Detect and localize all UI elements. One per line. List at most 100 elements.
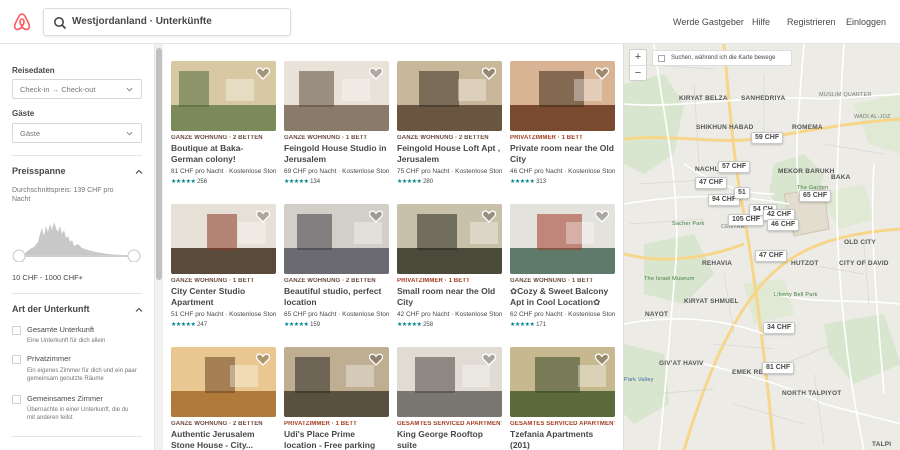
map-label: CITY OF DAVID	[839, 260, 889, 267]
price-pin[interactable]: 81 CHF	[762, 362, 795, 374]
price-pin[interactable]: 51	[734, 187, 750, 199]
listing-card[interactable]: GANZE WOHNUNG · 1 BETT City Center Studi…	[171, 204, 276, 328]
nav-register[interactable]: Registrieren	[787, 0, 836, 44]
listing-card[interactable]: PRIVATZIMMER · 1 BETT Small room near th…	[397, 204, 502, 328]
listing-photo[interactable]	[397, 61, 502, 131]
chevron-up-icon[interactable]	[135, 168, 143, 176]
heart-icon[interactable]	[482, 67, 496, 80]
listing-card[interactable]: GANZE WOHNUNG · 1 BETT Feingold House St…	[284, 61, 389, 185]
heart-icon[interactable]	[595, 210, 609, 223]
checkbox-entire-place[interactable]	[12, 326, 21, 335]
heart-icon[interactable]	[256, 353, 270, 366]
listing-title[interactable]: City Center Studio Apartment	[171, 286, 276, 308]
heart-icon[interactable]	[256, 67, 270, 80]
listing-card[interactable]: GANZE WOHNUNG · 2 BETTEN Beautiful studi…	[284, 204, 389, 328]
checkbox-icon[interactable]	[658, 55, 665, 62]
listing-type: GANZE WOHNUNG · 1 BETT	[510, 278, 594, 284]
dates-label: Reisedaten	[12, 66, 55, 75]
checkbox-shared-room[interactable]	[12, 395, 21, 404]
price-pin[interactable]: 65 CHF	[799, 190, 832, 202]
type-label[interactable]: Privatzimmer	[27, 354, 71, 363]
listing-type: PRIVATZIMMER · 1 BETT	[510, 135, 583, 141]
listing-card[interactable]: GANZE WOHNUNG · 2 BETTEN Boutique at Bak…	[171, 61, 276, 185]
map-label: SANHEDRIYA	[741, 95, 786, 102]
divider	[12, 293, 142, 294]
search-bar[interactable]: Westjordanland · Unterkünfte	[43, 8, 291, 36]
listing-title[interactable]: Authentic Jerusalem Stone House - City..…	[171, 429, 276, 450]
heart-icon[interactable]	[369, 353, 383, 366]
zoom-out-button[interactable]: −	[630, 65, 646, 80]
listing-card[interactable]: GANZE WOHNUNG · 2 BETTEN Authentic Jerus…	[171, 347, 276, 450]
listing-card[interactable]: GESAMTES SERVICED APARTMENT King George …	[397, 347, 502, 450]
price-pin[interactable]: 46 CHF	[767, 219, 800, 231]
listing-card[interactable]: GESAMTES SERVICED APARTMENT Tzefania Apa…	[510, 347, 615, 450]
listing-title[interactable]: Udi's Place Prime location - Free parkin…	[284, 429, 389, 450]
heart-icon[interactable]	[595, 67, 609, 80]
airbnb-logo-icon[interactable]	[12, 12, 32, 32]
listing-photo[interactable]	[510, 204, 615, 274]
price-pin[interactable]: 59 CHF	[751, 132, 784, 144]
heart-icon[interactable]	[482, 353, 496, 366]
listing-type: GANZE WOHNUNG · 2 BETTEN	[171, 421, 263, 427]
listing-title[interactable]: Small room near the Old City	[397, 286, 502, 308]
nav-login[interactable]: Einloggen	[846, 0, 886, 44]
heart-icon[interactable]	[595, 353, 609, 366]
listing-photo[interactable]	[397, 204, 502, 274]
heart-icon[interactable]	[369, 67, 383, 80]
type-heading[interactable]: Art der Unterkunft	[12, 304, 90, 314]
map-label: MEKOR BARUKH	[778, 168, 835, 175]
price-pin[interactable]: 47 CHF	[695, 177, 728, 189]
price-pin[interactable]: 34 CHF	[763, 322, 796, 334]
price-pin[interactable]: 57 CHF	[718, 161, 751, 173]
heart-icon[interactable]	[482, 210, 496, 223]
checkbox-private-room[interactable]	[12, 355, 21, 364]
listing-card[interactable]: PRIVATZIMMER · 1 BETT Udi's Place Prime …	[284, 347, 389, 450]
listing-photo[interactable]	[510, 347, 615, 417]
search-input[interactable]: Westjordanland · Unterkünfte	[72, 16, 212, 27]
listing-title[interactable]: Feingold House Loft Apt , Jerusalem	[397, 143, 502, 165]
sidebar-scrollbar[interactable]	[154, 44, 163, 450]
listing-title[interactable]: Private room near the Old City	[510, 143, 615, 165]
price-pin[interactable]: 47 CHF	[755, 250, 788, 262]
listing-card[interactable]: GANZE WOHNUNG · 2 BETTEN Feingold House …	[397, 61, 502, 185]
heart-icon[interactable]	[256, 210, 270, 223]
dates-select[interactable]: Check-in → Check-out	[12, 79, 142, 99]
map-label: GIV'AT HAVIV	[659, 360, 704, 367]
map-background	[624, 44, 900, 450]
listing-title[interactable]: ✿Cozy & Sweet Balcony Apt in Cool Locati…	[510, 286, 615, 308]
divider	[12, 436, 142, 437]
price-heading[interactable]: Preisspanne	[12, 166, 66, 176]
map-label: Sacher Park	[672, 221, 705, 227]
nav-host[interactable]: Werde Gastgeber	[673, 0, 744, 44]
zoom-in-button[interactable]: +	[630, 50, 646, 65]
type-label[interactable]: Gesamte Unterkunft	[27, 325, 94, 334]
listing-type: PRIVATZIMMER · 1 BETT	[397, 278, 470, 284]
listing-title[interactable]: Feingold House Studio in Jerusalem	[284, 143, 389, 165]
listing-title[interactable]: King George Rooftop suite	[397, 429, 502, 450]
listing-title[interactable]: Tzefania Apartments (201)	[510, 429, 615, 450]
listing-card[interactable]: PRIVATZIMMER · 1 BETT Private room near …	[510, 61, 615, 185]
type-label[interactable]: Gemeinsames Zimmer	[27, 394, 103, 403]
listing-photo[interactable]	[284, 347, 389, 417]
listing-photo[interactable]	[284, 204, 389, 274]
listing-photo[interactable]	[510, 61, 615, 131]
scrollbar-thumb[interactable]	[156, 48, 162, 280]
search-as-move-toggle[interactable]: Suchen, während ich die Karte bewege	[652, 50, 792, 66]
review-count: 134	[310, 179, 321, 185]
listing-type: PRIVATZIMMER · 1 BETT	[284, 421, 357, 427]
listing-photo[interactable]	[397, 347, 502, 417]
guests-select[interactable]: Gäste	[12, 123, 142, 143]
heart-icon[interactable]	[369, 210, 383, 223]
listing-photo[interactable]	[171, 204, 276, 274]
listing-title[interactable]: Beautiful studio, perfect location	[284, 286, 389, 308]
listing-photo[interactable]	[171, 61, 276, 131]
listing-photo[interactable]	[284, 61, 389, 131]
listing-card[interactable]: GANZE WOHNUNG · 1 BETT ✿Cozy & Sweet Bal…	[510, 204, 615, 328]
nav-help[interactable]: Hilfe	[752, 0, 770, 44]
listing-title[interactable]: Boutique at Baka- German colony!	[171, 143, 276, 165]
map[interactable]: + − Suchen, während ich die Karte bewege…	[623, 44, 900, 450]
listing-photo[interactable]	[171, 347, 276, 417]
chevron-up-icon[interactable]	[135, 306, 143, 314]
price-histogram	[12, 222, 141, 262]
top-nav: Westjordanland · Unterkünfte Werde Gastg…	[0, 0, 900, 44]
